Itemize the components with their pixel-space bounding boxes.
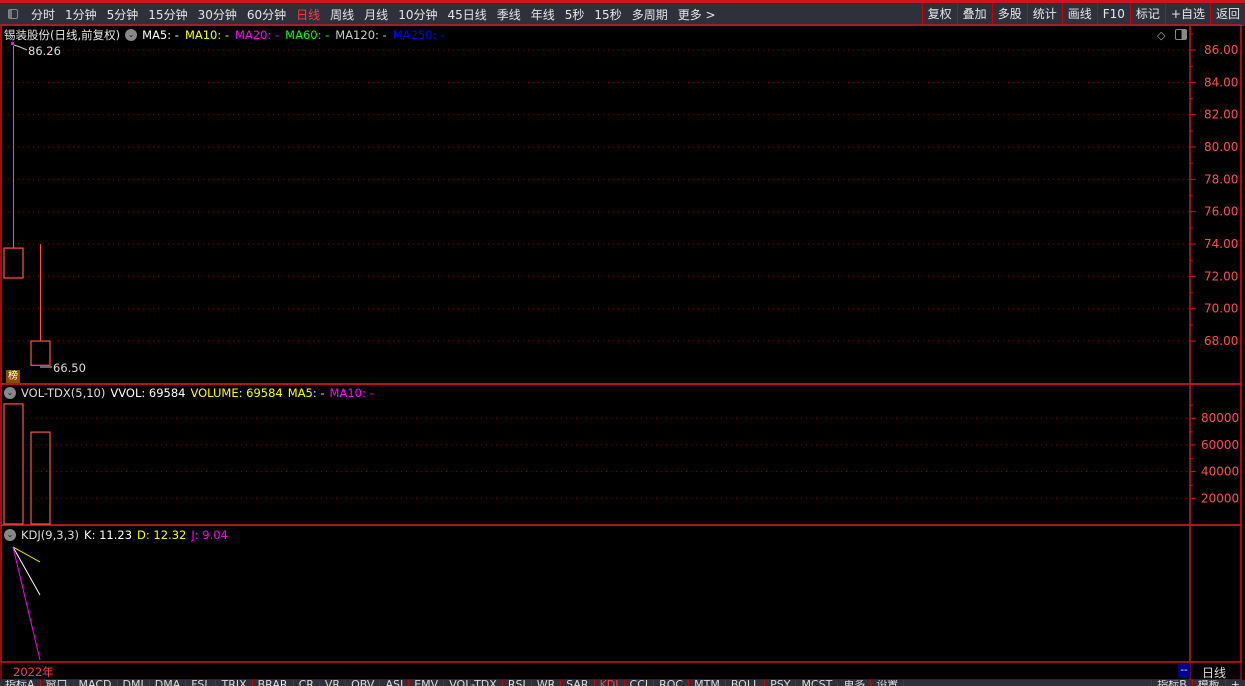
cursor-marker: -- [1178, 664, 1190, 678]
main-chart-header: 锡装股份(日线,前复权) ⌄ MA5: - MA10: - MA20: - MA60:… [4, 27, 444, 43]
indicator-tab[interactable]: VR [320, 680, 347, 686]
y-tick-label: 78.00 [1204, 172, 1238, 186]
panel-frame [0, 24, 1242, 385]
indicator-tabs: 指标A窗口MACDDMIDMAFSLTRIXBRARCRVROBVASIEMVV… [0, 680, 1245, 686]
panel-frame [0, 383, 1242, 526]
indicator-tab[interactable]: BRAR [253, 680, 294, 686]
y-tick-label: 80.00 [1204, 140, 1238, 154]
y-tick-label: 68.00 [1204, 334, 1238, 348]
indicator-tab[interactable]: TRIX [216, 680, 253, 686]
y-tick-label: 60000 [1201, 438, 1239, 452]
y-tick-label: 76.00 [1204, 205, 1238, 219]
ma-legend: MA20: - [235, 28, 280, 42]
volume-ma10: MA10: - [329, 386, 374, 400]
indicator-tab[interactable]: MTM [689, 680, 726, 686]
chart-canvas[interactable]: 68.00 70.00 72.00 74.00 76.00 78.00 80.00 82.00… [0, 0, 1245, 686]
indicator-tab[interactable]: 设置 [871, 680, 905, 686]
chevron-down-icon[interactable]: ⌄ [4, 387, 16, 399]
y-tick-label: 82.00 [1204, 108, 1238, 122]
y-tick-label: 72.00 [1204, 269, 1238, 283]
indicator-tab[interactable]: MCST [796, 680, 839, 686]
indicator-tab[interactable]: + [1224, 680, 1245, 686]
kdj-j-value: J: 9.04 [191, 528, 228, 542]
kdj-indicator-name: KDJ(9,3,3) [21, 528, 80, 542]
indicator-tab[interactable]: CCI [625, 680, 655, 686]
indicator-tab[interactable]: DMA [150, 680, 187, 686]
indicator-tab[interactable]: RSI [503, 680, 532, 686]
indicator-tab[interactable]: MACD [74, 680, 118, 686]
candle-body[interactable] [30, 340, 51, 366]
indicator-tab[interactable]: 指标B [1151, 680, 1192, 686]
volume-value: VOLUME: 69584 [190, 386, 283, 400]
indicator-tab[interactable]: 模板 [1191, 680, 1225, 686]
indicator-tab[interactable]: PSY [765, 680, 797, 686]
indicator-tab[interactable]: BOLL [726, 680, 766, 686]
vvol-value: VVOL: 69584 [110, 386, 186, 400]
date-row-frame [0, 661, 1242, 681]
indicator-tab[interactable]: 指标A [0, 680, 41, 686]
candle-body[interactable] [3, 247, 24, 279]
period-label: 日线 [1202, 666, 1227, 680]
indicator-tab[interactable]: KDJ [595, 680, 625, 686]
y-tick-label: 84.00 [1204, 75, 1238, 89]
indicator-tab[interactable]: ASI [380, 680, 410, 686]
indicator-tab[interactable]: VOL-TDX [444, 680, 503, 686]
indicator-tab[interactable]: CR [294, 680, 320, 686]
chevron-down-icon[interactable]: ⌄ [125, 29, 138, 41]
volume-bar[interactable] [30, 431, 51, 525]
kdj-k-value: K: 11.23 [84, 528, 133, 542]
ma-legend: MA60: - [285, 28, 330, 42]
indicator-tab[interactable]: 更多 [838, 680, 872, 686]
ma-legend: MA120: - [335, 28, 387, 42]
volume-ma5: MA5: - [287, 386, 325, 400]
high-price-label: 86.26 [28, 44, 61, 58]
stock-title: 锡装股份(日线,前复权) [4, 28, 121, 42]
ma-legend: MA250: - [392, 28, 445, 42]
indicator-tab[interactable]: DMI [118, 680, 150, 686]
y-tick-label: 86.00 [1204, 43, 1238, 57]
kdj-d-value: D: 12.32 [137, 528, 187, 542]
y-tick-label: 80000 [1201, 411, 1239, 425]
chevron-down-icon[interactable]: ⌄ [4, 529, 16, 541]
high-arrow-icon [13, 44, 28, 51]
date-year-label: 2022年 [13, 665, 54, 679]
indicator-tab[interactable]: EMV [409, 680, 445, 686]
y-tick-label: 40000 [1201, 465, 1239, 479]
indicator-tab[interactable]: FSL [186, 680, 217, 686]
kdj-header: ⌄ KDJ(9,3,3) K: 11.23 D: 12.32 J: 9.04 [4, 528, 228, 542]
indicator-tab[interactable]: SAR [561, 680, 595, 686]
volume-bar[interactable] [3, 403, 24, 525]
y-tick-label: 70.00 [1204, 302, 1238, 316]
volume-indicator-name: VOL-TDX(5,10) [21, 386, 106, 400]
kdj-line-j [12, 546, 41, 661]
y-tick-label: 74.00 [1204, 237, 1238, 251]
indicator-tab[interactable]: ROC [654, 680, 690, 686]
volume-header: ⌄ VOL-TDX(5,10) VVOL: 69584 VOLUME: 6958… [4, 386, 374, 400]
low-price-label: 66.50 [53, 361, 86, 375]
indicator-tabs-right: 指标B模板+ [1151, 680, 1245, 686]
y-tick-label: 20000 [1201, 491, 1239, 505]
ma-legend: MA5: - [142, 28, 179, 42]
indicator-tab[interactable]: OBV [346, 680, 381, 686]
panel-toggle-icon[interactable] [1175, 29, 1187, 40]
ma-legend: MA10: - [184, 28, 230, 42]
indicator-tab[interactable]: 窗口 [41, 680, 74, 686]
indicator-tab[interactable]: WR [532, 680, 562, 686]
diamond-icon[interactable]: ◇ [1157, 29, 1165, 42]
ranking-badge[interactable]: 榜 [6, 370, 20, 383]
panel-frame [0, 524, 1242, 663]
